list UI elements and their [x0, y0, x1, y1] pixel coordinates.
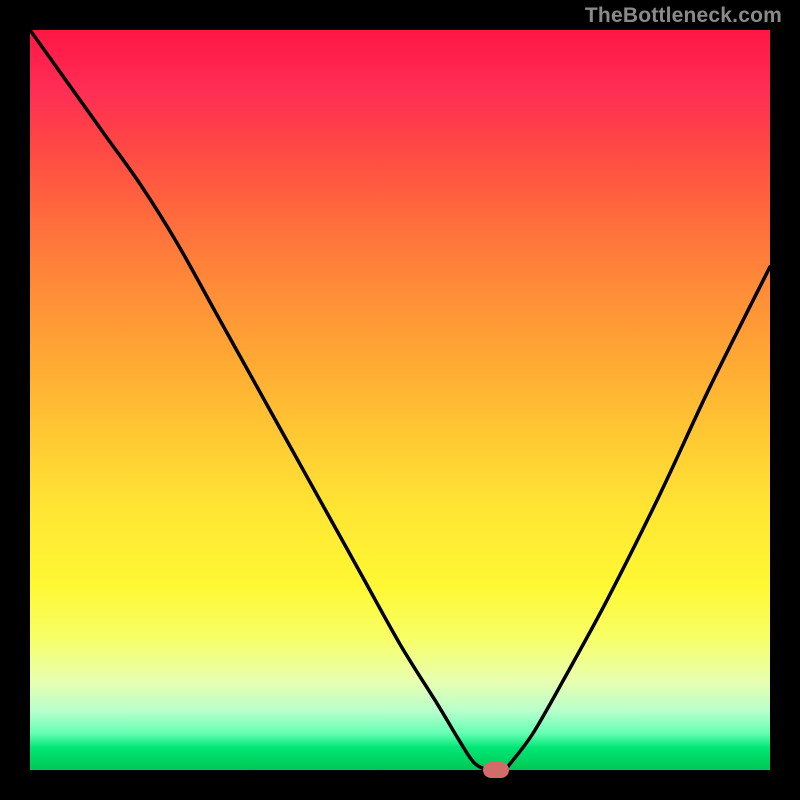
optimal-point-marker	[483, 762, 509, 778]
bottleneck-curve-path	[30, 30, 770, 770]
plot-area	[30, 30, 770, 770]
curve-layer	[30, 30, 770, 770]
bottleneck-chart: TheBottleneck.com	[0, 0, 800, 800]
watermark-text: TheBottleneck.com	[585, 4, 782, 28]
